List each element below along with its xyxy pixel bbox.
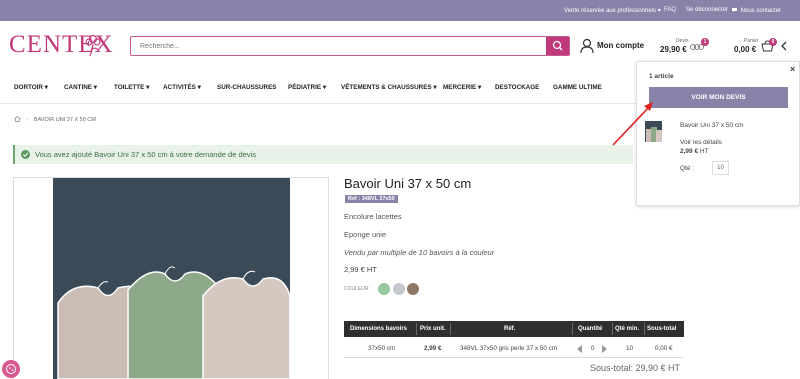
nav-item-gamme-ultime[interactable]: GAMME ULTIME (553, 84, 602, 91)
cart-summary[interactable]: Panier 0,00 € 0 (734, 38, 784, 56)
chevron-left-icon[interactable] (780, 41, 788, 51)
search-button[interactable] (546, 37, 569, 55)
color-label: COULEUR : (344, 286, 372, 292)
product-ref-badge: Réf : 348VL 37x50 (345, 195, 398, 203)
product-price: 2,99 € HT (344, 265, 377, 274)
cart-amount: 0,00 € (734, 45, 757, 54)
voir-mon-devis-button[interactable]: VOIR MON DEVIS (649, 87, 788, 108)
devis-label: Devis (676, 38, 689, 44)
alert-message: Vous avez ajouté Bavoir Uni 37 x 50 cm à… (35, 150, 256, 159)
cart-label: Panier (744, 38, 759, 44)
cell-ref: 348VL 37x50 gris perle 37 x 50 cm (460, 345, 558, 352)
product-desc-line1: Encolure lacettes (344, 212, 402, 221)
cell-min-qty: 10 (626, 345, 634, 352)
table-header: Dimensions bavoirs Prix unit. Réf. Quant… (344, 321, 684, 337)
panel-item-name[interactable]: Bavoir Uni 37 x 50 cm (680, 122, 744, 129)
logo-flower-icon (85, 34, 101, 57)
th-quantity: Quantité (578, 325, 603, 332)
nav-item-vetements[interactable]: VÊTEMENTS & CHAUSSURES ▾ (341, 84, 437, 91)
qty-increase-icon[interactable] (602, 345, 608, 353)
product-image[interactable] (53, 178, 290, 379)
pro-sales-link[interactable]: Vente réservée aux professionnels ▾ (564, 7, 661, 14)
nav-item-toilette[interactable]: TOILETTE ▾ (114, 84, 149, 91)
user-icon (580, 38, 594, 54)
account-label: Mon compte (597, 41, 645, 50)
nav-item-pediatrie[interactable]: PÉDIATRIE ▾ (288, 84, 326, 91)
panel-article-count: 1 article (649, 73, 674, 80)
check-circle-icon (21, 150, 30, 159)
breadcrumb-current: BAVOIR UNI 37 X 50 CM (33, 117, 96, 123)
nav-item-mercerie[interactable]: MERCERIE ▾ (443, 84, 481, 91)
color-swatch-green[interactable] (378, 283, 390, 295)
qty-decrease-icon[interactable] (577, 345, 583, 353)
nav-item-dortoir[interactable]: DORTOIR ▾ (14, 84, 48, 91)
product-desc-line3: Vendu par multiple de 10 bavoirs à la co… (344, 248, 495, 257)
search-icon (552, 40, 563, 51)
chat-icon (732, 8, 737, 12)
panel-item-price: 2,99 € HT (680, 148, 709, 155)
search-input[interactable] (131, 37, 547, 55)
product-desc-line2: Eponge unie (344, 230, 387, 239)
th-subtotal: Sous-total (647, 325, 677, 332)
breadcrumb: › BAVOIR UNI 37 X 50 CM (14, 116, 96, 123)
close-icon[interactable]: × (790, 64, 795, 74)
th-ref: Réf. (504, 325, 516, 332)
success-alert: Vous avez ajouté Bavoir Uni 37 x 50 cm à… (13, 145, 633, 164)
nav-item-destockage[interactable]: DESTOCKAGE (495, 84, 539, 91)
cookie-icon (6, 364, 16, 374)
nav-item-sur-chaussures[interactable]: SUR-CHAUSSURES (217, 84, 276, 91)
nav-item-activites[interactable]: ACTIVITÉS ▾ (163, 84, 201, 91)
product-title: Bavoir Uni 37 x 50 cm (344, 176, 472, 191)
cell-subtotal: 0,00 € (655, 345, 673, 352)
th-dimensions: Dimensions bavoirs (350, 325, 408, 332)
annotation-arrow (612, 102, 653, 146)
faq-link[interactable]: FAQ (664, 7, 676, 13)
color-swatch-brown[interactable] (407, 283, 419, 295)
cell-dimensions: 37x50 cm (368, 345, 396, 352)
nav-divider (0, 103, 636, 104)
top-bar: Vente réservée aux professionnels ▾ FAQ … (0, 0, 800, 21)
devis-amount: 29,90 € (660, 45, 687, 54)
logout-link[interactable]: Se déconnecter (686, 7, 728, 13)
panel-qty-field[interactable]: 10 (712, 161, 729, 175)
cart-badge: 0 (769, 38, 777, 46)
cookie-settings-icon[interactable] (2, 360, 20, 378)
nav-item-cantine[interactable]: CANTINE ▾ (64, 84, 97, 91)
color-swatch-grey[interactable] (393, 283, 405, 295)
home-icon[interactable] (14, 116, 21, 122)
search-bar (130, 36, 570, 56)
cell-quantity[interactable]: 0 (591, 345, 595, 352)
table-subtotal: Sous-total: 29,90 € HT (590, 363, 681, 373)
contact-link[interactable]: Nous contacter (732, 7, 781, 14)
cell-price: 2,99 € (424, 345, 442, 352)
th-price: Prix unit. (420, 325, 446, 332)
panel-item-details-link[interactable]: Voir les détails (680, 139, 722, 146)
devis-badge: 1 (701, 38, 709, 46)
table-row: 37x50 cm 2,99 € 348VL 37x50 gris perle 3… (344, 340, 684, 358)
bibs-illustration (53, 178, 290, 379)
th-min-qty: Qté min. (615, 325, 640, 332)
panel-qty-label: Qté : (680, 165, 695, 172)
